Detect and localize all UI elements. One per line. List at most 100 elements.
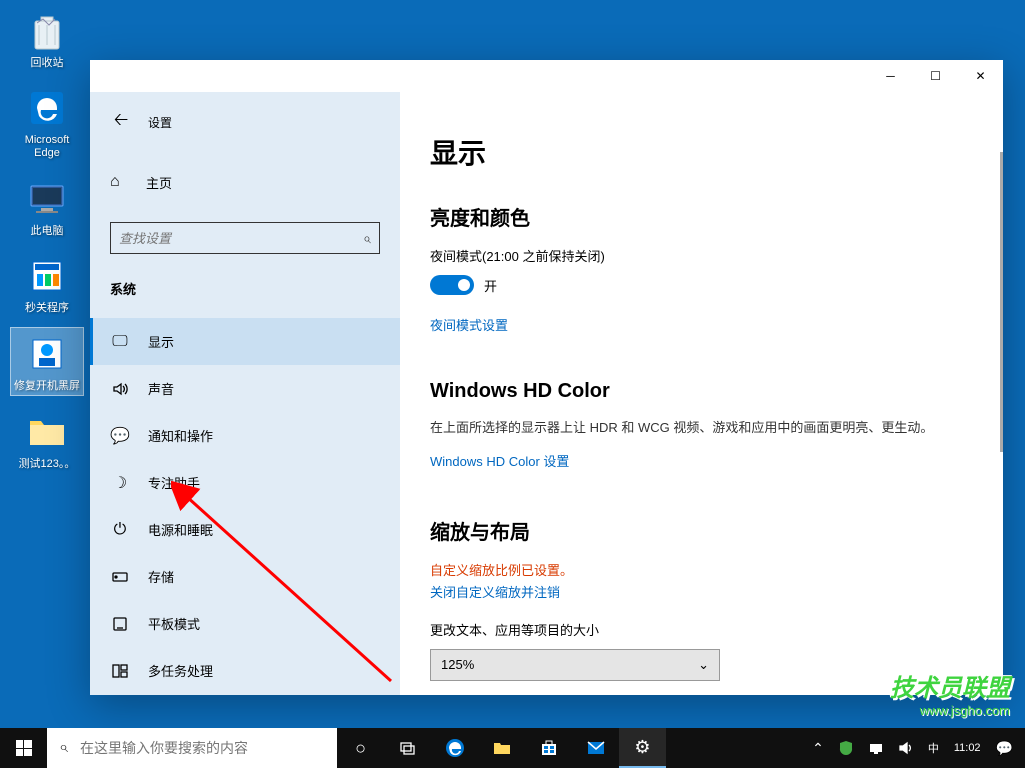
edge-icon [23, 84, 71, 132]
section-scaling: 缩放与布局 [430, 516, 963, 545]
sidebar-item-sound[interactable]: 声音 [90, 365, 400, 412]
cortana-button[interactable]: ○ [337, 728, 384, 768]
focus-icon: ☽ [110, 473, 130, 493]
desktop-icon-test-folder[interactable]: 测试123。。 [10, 406, 84, 473]
category-label: 系统 [110, 279, 380, 298]
toggle-state: 开 [484, 276, 497, 295]
taskbar-explorer[interactable] [478, 728, 525, 768]
home-icon: ⌂ [110, 173, 130, 191]
sidebar-item-multitask[interactable]: 多任务处理 [90, 647, 400, 694]
content-area: 显示 亮度和颜色 夜间模式(21:00 之前保持关闭) 开 夜间模式设置 Win… [400, 92, 1003, 695]
multitask-icon [110, 662, 130, 680]
watermark: 技术员联盟 www.jsgho.com [890, 668, 1010, 718]
display-icon: 🖵 [110, 333, 130, 351]
tray-clock[interactable]: 11:02 [946, 742, 989, 754]
icon-label: 秒关程序 [25, 302, 69, 315]
section-brightness: 亮度和颜色 [430, 202, 963, 231]
sidebar-label: 通知和操作 [148, 426, 213, 445]
sidebar-item-storage[interactable]: 存储 [90, 553, 400, 600]
sidebar-label: 平板模式 [148, 614, 200, 633]
icon-label: 回收站 [31, 57, 64, 70]
tray-network-icon[interactable] [861, 728, 891, 768]
search-icon: ⌕ [59, 739, 68, 757]
settings-window: ─ ☐ ✕ 🡠 设置 ⌂ 主页 ⌕ [90, 60, 1003, 695]
tray-security-icon[interactable] [831, 728, 861, 768]
icon-label: Microsoft Edge [12, 134, 82, 160]
tray-notification-icon[interactable]: 💬 [989, 728, 1020, 768]
taskbar-store[interactable] [525, 728, 572, 768]
tray-chevron[interactable]: ⌃ [805, 728, 831, 768]
desktop-icon-recycle-bin[interactable]: 回收站 [10, 5, 84, 72]
window-title: 设置 [148, 114, 172, 131]
back-button[interactable]: 🡠 [106, 107, 136, 137]
taskbar-edge[interactable] [431, 728, 478, 768]
sidebar-item-notifications[interactable]: 💬 通知和操作 [90, 412, 400, 459]
sidebar-label: 多任务处理 [148, 661, 213, 680]
sidebar-item-focus[interactable]: ☽ 专注助手 [90, 459, 400, 506]
desktop-icon-edge[interactable]: Microsoft Edge [10, 82, 84, 162]
text-size-label: 更改文本、应用等项目的大小 [430, 620, 963, 639]
hdcolor-link[interactable]: Windows HD Color 设置 [430, 451, 569, 470]
sidebar: 🡠 设置 ⌂ 主页 ⌕ 系统 🖵 显示 [90, 92, 400, 695]
notification-icon: 💬 [110, 426, 130, 446]
search-icon: ⌕ [363, 230, 371, 247]
taskbar-search-input[interactable] [80, 740, 325, 756]
desktop-icon-this-pc[interactable]: 此电脑 [10, 173, 84, 240]
dropdown-value: 125% [441, 657, 474, 672]
sidebar-item-project[interactable]: 投影到此电脑 [90, 694, 400, 695]
sidebar-item-power[interactable]: ⏻ 电源和睡眠 [90, 506, 400, 553]
section-hdcolor: Windows HD Color [430, 380, 963, 403]
icon-label: 此电脑 [31, 225, 64, 238]
title-bar: ─ ☐ ✕ [90, 60, 1003, 92]
close-button[interactable]: ✕ [958, 60, 1003, 92]
search-input[interactable] [119, 231, 363, 246]
taskbar-search[interactable]: ⌕ [47, 728, 337, 768]
window-controls: ─ ☐ ✕ [868, 60, 1003, 92]
icon-label: 测试123。。 [19, 458, 76, 471]
tray-ime-icon[interactable]: 中 [921, 728, 946, 768]
home-label: 主页 [146, 173, 172, 192]
maximize-button[interactable]: ☐ [913, 60, 958, 92]
chevron-down-icon: ⌄ [698, 657, 709, 673]
power-icon: ⏻ [110, 521, 130, 539]
reset-scale-link[interactable]: 关闭自定义缩放并注销 [430, 582, 560, 601]
page-title: 显示 [430, 132, 963, 172]
night-mode-toggle[interactable]: 开 [430, 275, 963, 295]
tray-volume-icon[interactable] [891, 728, 921, 768]
taskbar-settings[interactable]: ⚙ [619, 728, 666, 768]
sidebar-label: 存储 [148, 567, 174, 586]
system-tray: ⌃ 中 11:02 💬 [805, 728, 1025, 768]
watermark-url: www.jsgho.com [890, 703, 1010, 718]
home-nav[interactable]: ⌂ 主页 [110, 162, 380, 202]
start-button[interactable] [0, 728, 47, 768]
custom-scale-msg: 自定义缩放比例已设置。 [430, 560, 963, 579]
taskbar: ⌕ ○ ⚙ ⌃ 中 11:02 💬 [0, 728, 1025, 768]
kill-proc-icon [23, 252, 71, 300]
sidebar-item-tablet[interactable]: 平板模式 [90, 600, 400, 647]
task-view-button[interactable] [384, 728, 431, 768]
desktop-icons: 回收站 Microsoft Edge 此电脑 秒关程序 修复开机黑屏 测试123… [10, 5, 84, 473]
storage-icon [110, 568, 130, 586]
sidebar-label: 专注助手 [148, 473, 200, 492]
desktop-icon-fix-black-screen[interactable]: 修复开机黑屏 [10, 327, 84, 396]
tablet-icon [110, 615, 130, 633]
sidebar-label: 电源和睡眠 [148, 520, 213, 539]
minimize-button[interactable]: ─ [868, 60, 913, 92]
folder-icon [23, 408, 71, 456]
watermark-title: 技术员联盟 [890, 668, 1010, 703]
hdcolor-desc: 在上面所选择的显示器上让 HDR 和 WCG 视频、游戏和应用中的画面更明亮、更… [430, 418, 963, 438]
text-size-dropdown[interactable]: 125% ⌄ [430, 649, 720, 681]
search-box[interactable]: ⌕ [110, 222, 380, 254]
night-mode-settings-link[interactable]: 夜间模式设置 [430, 315, 508, 334]
desktop-icon-kill-proc[interactable]: 秒关程序 [10, 250, 84, 317]
scrollbar[interactable] [1000, 152, 1003, 452]
pc-icon [23, 175, 71, 223]
taskbar-mail[interactable] [572, 728, 619, 768]
sound-icon [110, 380, 130, 398]
sidebar-label: 显示 [148, 332, 174, 351]
sidebar-item-display[interactable]: 🖵 显示 [90, 318, 400, 365]
windows-logo-icon [16, 740, 32, 756]
icon-label: 修复开机黑屏 [14, 380, 80, 393]
night-mode-label: 夜间模式(21:00 之前保持关闭) [430, 246, 963, 265]
sidebar-label: 声音 [148, 379, 174, 398]
